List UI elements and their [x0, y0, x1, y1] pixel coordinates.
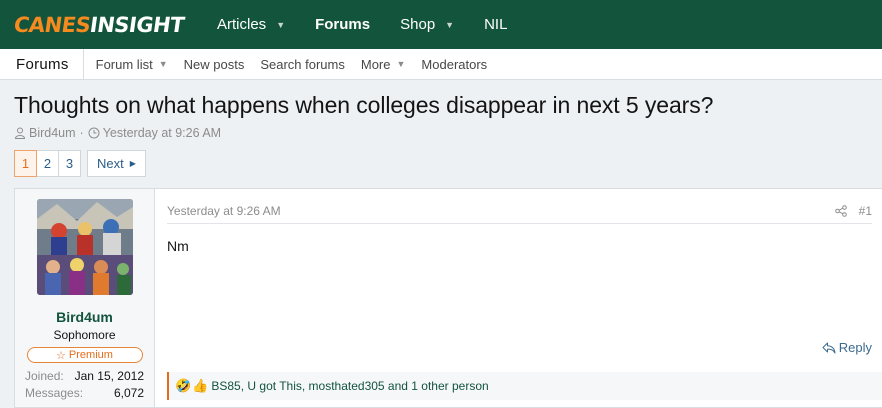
page-2-button[interactable]: 2	[36, 150, 59, 177]
premium-badge-label: Premium	[68, 349, 113, 361]
share-icon[interactable]	[834, 205, 847, 217]
chevron-down-icon[interactable]: ▼	[397, 59, 406, 69]
logo-text-insight: INSIGHT	[88, 12, 186, 37]
laugh-reaction-icon: 🤣	[175, 378, 192, 393]
main-nav: Articles ▼ Forums Shop ▼ NIL	[217, 0, 537, 49]
nav-articles[interactable]: Articles ▼	[217, 0, 285, 49]
subnav-new-posts[interactable]: New posts	[184, 57, 245, 72]
nav-articles-label: Articles	[217, 16, 267, 33]
subnav-forum-list-label: Forum list	[95, 56, 153, 72]
post-header: Yesterday at 9:26 AM #1	[167, 202, 872, 224]
sub-navigation-bar: Forums Forum list ▼ New posts Search for…	[0, 49, 882, 80]
site-logo[interactable]: CANES INSIGHT	[12, 12, 186, 37]
page-3-button[interactable]: 3	[58, 150, 81, 177]
post-body: Nm	[167, 238, 189, 254]
reactions-list[interactable]: BS85, U got This, mosthated305 and 1 oth…	[211, 379, 488, 393]
chevron-down-icon[interactable]: ▼	[276, 20, 285, 30]
reply-button[interactable]: Reply	[822, 340, 872, 355]
thread-title: Thoughts on what happens when colleges d…	[14, 92, 714, 118]
subnav-more-label: More	[360, 56, 391, 72]
user-title: Sophomore	[53, 328, 116, 342]
thread-meta: Bird4um · Yesterday at 9:26 AM	[14, 126, 882, 140]
pagination: 1 2 3 Next ▶	[14, 150, 882, 177]
next-page-button[interactable]: Next ▶	[87, 150, 146, 177]
chevron-right-icon: ▶	[129, 159, 136, 168]
subnav-forum-list[interactable]: Forum list ▼	[96, 57, 168, 72]
nav-shop-label: Shop	[400, 16, 436, 33]
avatar[interactable]	[36, 199, 133, 295]
avatar-image	[36, 199, 133, 295]
top-navigation-bar: CANES INSIGHT Articles ▼ Forums Shop ▼ N…	[0, 0, 882, 49]
logo-text-canes: CANES	[12, 12, 92, 37]
post-username[interactable]: Bird4um	[56, 309, 113, 325]
premium-badge: ☆ Premium	[26, 347, 143, 363]
subnav-new-posts-label: New posts	[183, 56, 245, 72]
chevron-down-icon[interactable]: ▼	[159, 59, 168, 69]
thread-author[interactable]: Bird4um	[29, 126, 76, 140]
post-message: Bird4um Sophomore ☆ Premium Joined: Jan …	[14, 188, 882, 408]
post-date[interactable]: Yesterday at 9:26 AM	[167, 204, 281, 218]
next-page-label: Next	[97, 156, 124, 171]
post-user-cell: Bird4um Sophomore ☆ Premium Joined: Jan …	[15, 189, 155, 407]
post-main-cell: Yesterday at 9:26 AM #1 Nm Reply 🤣 👍 BS8…	[155, 189, 882, 407]
subnav-more[interactable]: More ▼	[361, 57, 406, 72]
user-icon	[14, 127, 26, 139]
subnav-search-forums[interactable]: Search forums	[260, 57, 345, 72]
stat-messages-value[interactable]: 6,072	[114, 386, 144, 400]
stat-messages: Messages: 6,072	[25, 386, 144, 400]
thumbs-up-reaction-icon: 👍	[192, 378, 209, 393]
star-icon: ☆	[56, 349, 66, 362]
thread-date[interactable]: Yesterday at 9:26 AM	[103, 126, 221, 140]
subnav-moderators-label: Moderators	[421, 56, 488, 72]
nav-nil-label: NIL	[484, 16, 508, 33]
stat-joined-value: Jan 15, 2012	[74, 369, 144, 383]
page-1-button[interactable]: 1	[14, 150, 37, 177]
nav-shop[interactable]: Shop ▼	[400, 0, 454, 49]
stat-joined: Joined: Jan 15, 2012	[25, 369, 144, 383]
nav-forums-label: Forums	[315, 16, 371, 33]
subnav-search-forums-label: Search forums	[260, 56, 345, 72]
stat-joined-key: Joined:	[25, 369, 64, 383]
post-header-actions: #1	[834, 204, 872, 218]
chevron-down-icon[interactable]: ▼	[445, 20, 454, 30]
reply-label: Reply	[838, 340, 872, 355]
post-number[interactable]: #1	[859, 204, 872, 218]
reactions-bar[interactable]: 🤣 👍 BS85, U got This, mosthated305 and 1…	[167, 372, 882, 400]
subnav-moderators[interactable]: Moderators	[421, 57, 487, 72]
meta-separator: ·	[79, 126, 84, 140]
nav-forums[interactable]: Forums	[315, 0, 370, 49]
clock-icon	[88, 127, 100, 139]
user-stats: Joined: Jan 15, 2012 Messages: 6,072	[25, 369, 144, 403]
stat-messages-key: Messages:	[25, 386, 84, 400]
reply-icon	[822, 342, 836, 353]
nav-nil[interactable]: NIL	[484, 0, 507, 49]
section-title: Forums	[0, 49, 84, 79]
